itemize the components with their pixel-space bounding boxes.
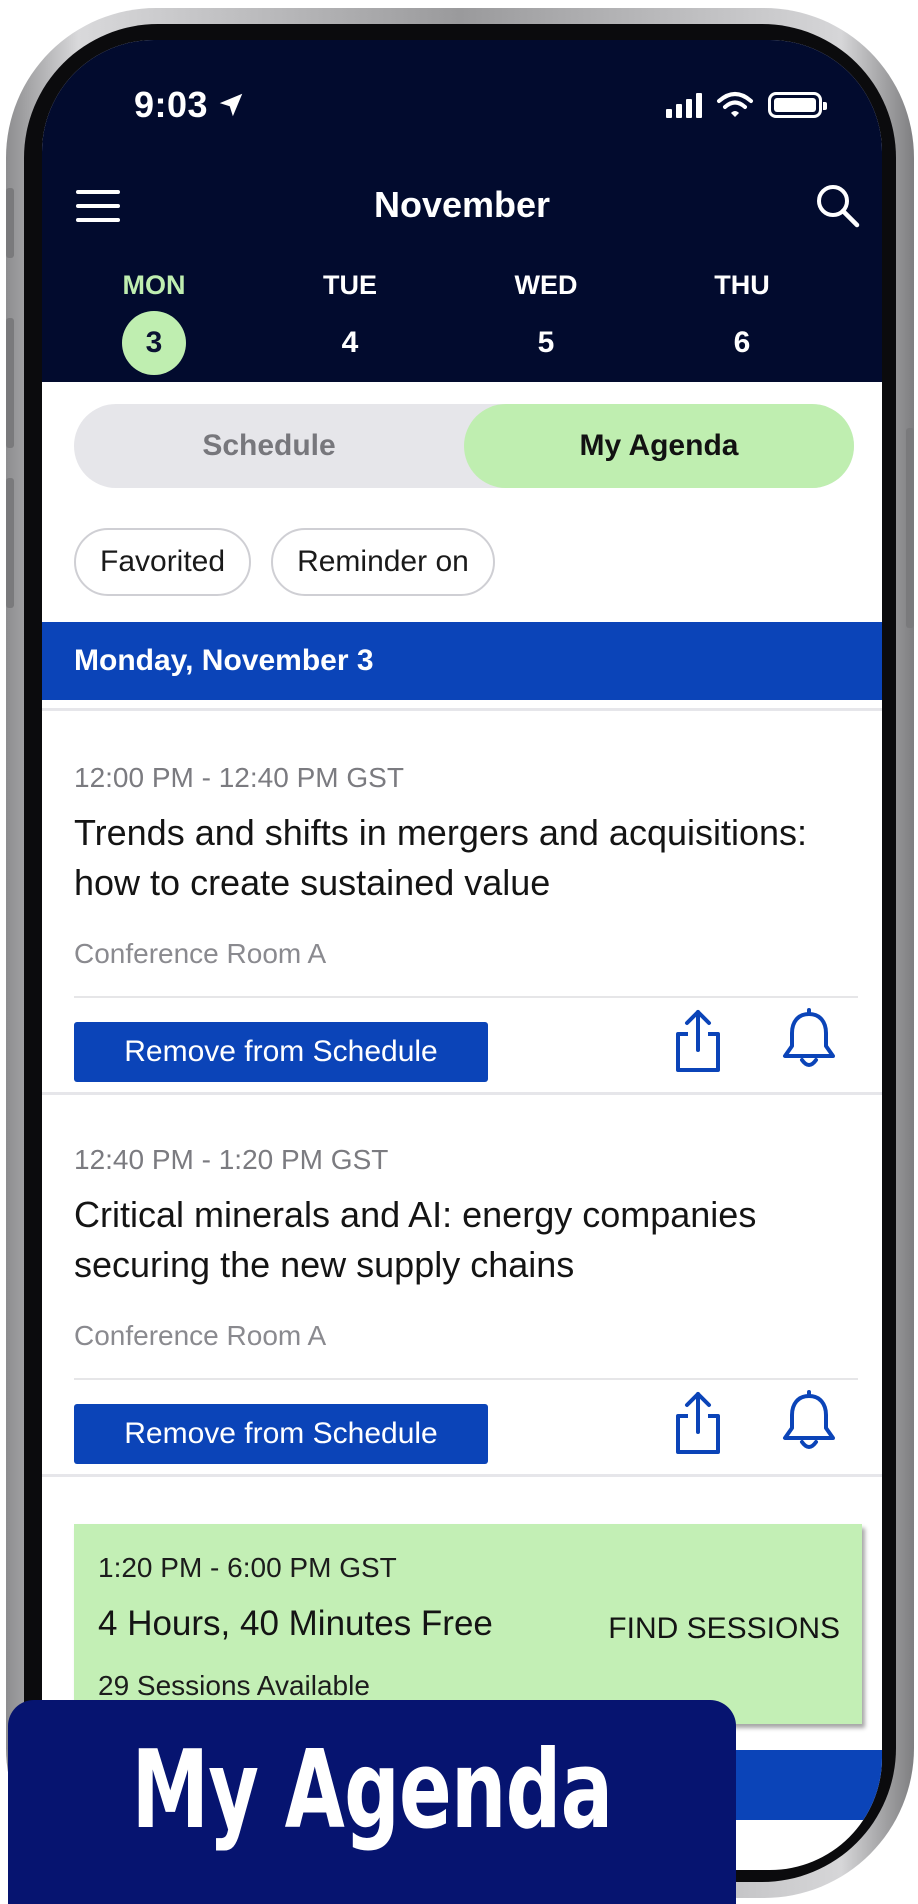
day-tab-tue[interactable]: TUE 4 bbox=[290, 270, 410, 375]
my-agenda-tab[interactable]: My Agenda bbox=[464, 404, 854, 488]
session-card[interactable]: 12:40 PM - 1:20 PM GST Critical minerals… bbox=[42, 1144, 882, 1474]
day-number: 3 bbox=[122, 311, 186, 375]
session-title: Trends and shifts in mergers and acquisi… bbox=[74, 812, 808, 903]
day-number: 6 bbox=[733, 326, 751, 359]
filter-chips: Favorited Reminder on bbox=[74, 528, 495, 596]
day-name: TUE bbox=[323, 270, 377, 300]
find-sessions-button[interactable]: FIND SESSIONS bbox=[608, 1612, 840, 1646]
day-selector: MON 3 TUE 4 WED 5 THU 6 bbox=[42, 270, 882, 380]
divider bbox=[74, 996, 858, 998]
view-toggle: Schedule My Agenda bbox=[74, 404, 854, 488]
remove-from-schedule-button[interactable]: Remove from Schedule bbox=[74, 1404, 488, 1464]
free-time-card[interactable]: 1:20 PM - 6:00 PM GST 4 Hours, 40 Minute… bbox=[74, 1524, 862, 1724]
status-time-text: 9:03 bbox=[134, 84, 209, 125]
day-tab-wed[interactable]: WED 5 bbox=[486, 270, 606, 375]
share-icon[interactable] bbox=[670, 1008, 726, 1074]
location-arrow-icon bbox=[219, 93, 243, 117]
divider bbox=[74, 1378, 858, 1380]
session-time: 12:40 PM - 1:20 PM GST bbox=[74, 1144, 389, 1175]
volume-up-button bbox=[6, 318, 14, 448]
divider bbox=[42, 1092, 882, 1095]
free-time-duration: 4 Hours, 40 Minutes Free bbox=[98, 1604, 493, 1643]
side-button bbox=[6, 188, 14, 258]
day-number: 4 bbox=[341, 326, 359, 359]
bell-icon[interactable] bbox=[780, 1008, 838, 1072]
day-number: 5 bbox=[537, 326, 555, 359]
day-tab-thu[interactable]: THU 6 bbox=[682, 270, 802, 375]
date-section-header: Monday, November 3 bbox=[42, 622, 882, 700]
status-indicators bbox=[666, 90, 827, 120]
session-room: Conference Room A bbox=[74, 1320, 327, 1351]
day-name: MON bbox=[122, 270, 186, 300]
schedule-tab[interactable]: Schedule bbox=[74, 404, 464, 488]
promo-banner: My Agenda bbox=[8, 1700, 736, 1904]
session-card[interactable]: 12:00 PM - 12:40 PM GST Trends and shift… bbox=[42, 762, 882, 1092]
day-tab-mon[interactable]: MON 3 bbox=[94, 270, 214, 375]
status-time: 9:03 bbox=[134, 84, 246, 126]
day-name: THU bbox=[714, 270, 770, 300]
session-room: Conference Room A bbox=[74, 938, 327, 969]
month-title: November bbox=[373, 184, 551, 225]
cellular-signal-icon bbox=[666, 92, 702, 118]
sessions-available-count: 29 Sessions Available bbox=[98, 1670, 370, 1701]
session-time: 12:00 PM - 12:40 PM GST bbox=[74, 762, 404, 793]
day-name: WED bbox=[514, 270, 578, 300]
power-button bbox=[906, 428, 914, 628]
app-screen: 9:03 November MON 3 TUE 4 WED 5 THU 6 Sc… bbox=[42, 40, 882, 1870]
battery-icon bbox=[768, 92, 827, 118]
wifi-icon bbox=[717, 92, 753, 117]
remove-from-schedule-button[interactable]: Remove from Schedule bbox=[74, 1022, 488, 1082]
free-time-range: 1:20 PM - 6:00 PM GST bbox=[98, 1552, 397, 1583]
filter-chip-reminder[interactable]: Reminder on bbox=[271, 528, 495, 596]
divider bbox=[42, 1474, 882, 1477]
share-icon[interactable] bbox=[670, 1390, 726, 1456]
app-header: 9:03 November MON 3 TUE 4 WED 5 THU 6 bbox=[42, 40, 882, 382]
volume-down-button bbox=[6, 478, 14, 608]
banner-title: My Agenda bbox=[131, 1728, 613, 1853]
session-title: Critical minerals and AI: energy compani… bbox=[74, 1194, 757, 1285]
search-icon[interactable] bbox=[812, 180, 862, 230]
divider bbox=[42, 708, 882, 711]
filter-chip-favorited[interactable]: Favorited bbox=[74, 528, 252, 596]
bell-icon[interactable] bbox=[780, 1390, 838, 1454]
